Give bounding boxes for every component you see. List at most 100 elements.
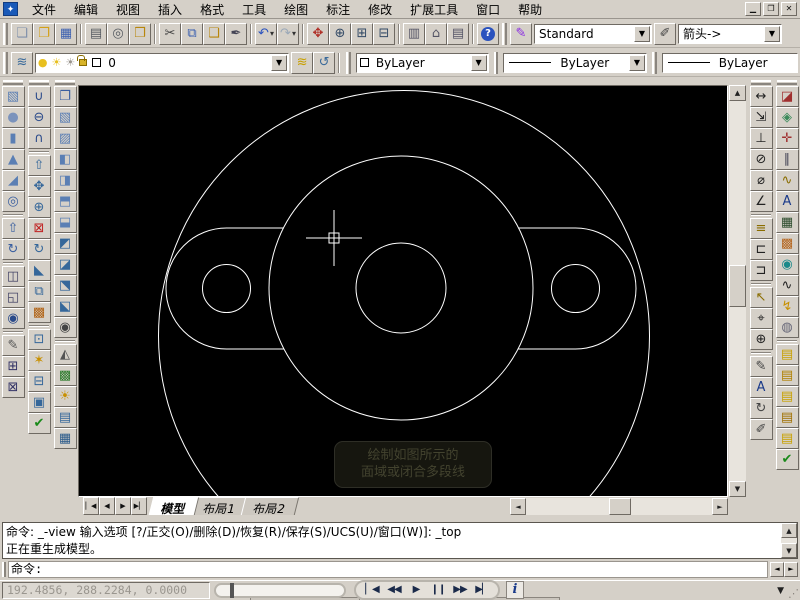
- quick-dimension-button[interactable]: ≡: [750, 218, 773, 239]
- tab-model[interactable]: 模型: [149, 497, 200, 515]
- menu-format[interactable]: 格式: [191, 0, 233, 20]
- scroll-down-button[interactable]: ▼: [729, 481, 746, 497]
- minimize-button[interactable]: ▁: [745, 2, 761, 16]
- text-style-dropdown-button[interactable]: ▼: [634, 26, 650, 42]
- toolbar-grip[interactable]: [652, 52, 657, 74]
- menu-tools[interactable]: 工具: [233, 0, 275, 20]
- left-lug-hole-circle[interactable]: [203, 265, 251, 313]
- dimension-text-edit-button[interactable]: A: [750, 377, 773, 398]
- cylinder-button[interactable]: ▮: [2, 128, 25, 149]
- tab-last-button[interactable]: ▶▏: [131, 497, 147, 515]
- properties-button[interactable]: ▥: [403, 23, 425, 45]
- intersect-button[interactable]: ∩: [28, 128, 51, 149]
- bottom-view-button[interactable]: ▨: [54, 128, 77, 149]
- left-view-button[interactable]: ◧: [54, 149, 77, 170]
- menu-draw[interactable]: 绘图: [275, 0, 317, 20]
- horizontal-scroll-thumb[interactable]: [609, 498, 631, 515]
- setup-drawing-button[interactable]: ✎: [2, 335, 25, 356]
- playback-last-button[interactable]: ▶▏: [472, 582, 492, 598]
- match-properties-button[interactable]: ✒: [225, 23, 247, 45]
- playback-slider[interactable]: [214, 583, 346, 598]
- zoom-realtime-button[interactable]: ⊕: [329, 23, 351, 45]
- wedge-button[interactable]: ◢: [2, 170, 25, 191]
- coordinates-display[interactable]: 192.4856, 288.2284, 0.0000: [2, 582, 210, 599]
- nw-isometric-button[interactable]: ⬕: [54, 296, 77, 317]
- menu-view[interactable]: 视图: [107, 0, 149, 20]
- playback-info-button[interactable]: i: [506, 581, 524, 599]
- dimension-style-button[interactable]: ✐: [750, 419, 773, 440]
- multiline-button[interactable]: ∥: [776, 149, 799, 170]
- toolbar-grip[interactable]: [3, 80, 23, 85]
- command-scroll-down-button[interactable]: ▼: [781, 543, 797, 558]
- color-combo[interactable]: ByLayer ▼: [356, 53, 489, 73]
- center-mark-button[interactable]: ⊕: [750, 329, 773, 350]
- continue-dimension-button[interactable]: ⊐: [750, 260, 773, 281]
- sketch-button[interactable]: ∿: [776, 275, 799, 296]
- layer-combo[interactable]: ● ☀ ☀ 0 ▼: [35, 53, 289, 73]
- tab-next-button[interactable]: ▶: [115, 497, 131, 515]
- diameter-dimension-button[interactable]: ⌀: [750, 170, 773, 191]
- move-faces-button[interactable]: ✥: [28, 176, 51, 197]
- lineweight-combo[interactable]: ByLayer: [662, 53, 798, 73]
- paste-button[interactable]: ❑: [203, 23, 225, 45]
- toolbar-grip[interactable]: [3, 23, 8, 45]
- right-lug-hole-circle[interactable]: [552, 265, 600, 313]
- radius-dimension-button[interactable]: ⊘: [750, 149, 773, 170]
- extrude-button[interactable]: ⇧: [2, 218, 25, 239]
- redo-button-dropdown[interactable]: ▾: [292, 29, 296, 38]
- extrude-faces-button[interactable]: ⇧: [28, 155, 51, 176]
- text-style-combo[interactable]: Standard ▼: [534, 24, 652, 44]
- pan-realtime-button[interactable]: ✥: [307, 23, 329, 45]
- linetype-combo[interactable]: ByLayer ▼: [503, 53, 646, 73]
- edit-text-button[interactable]: A: [776, 191, 799, 212]
- layer-dropdown-button[interactable]: ▼: [271, 55, 287, 71]
- linear-dimension-button[interactable]: ↔: [750, 86, 773, 107]
- right-view-button[interactable]: ◨: [54, 170, 77, 191]
- menu-window[interactable]: 窗口: [467, 0, 509, 20]
- toolbar-grip[interactable]: [3, 52, 8, 74]
- toolbar-grip[interactable]: [502, 23, 507, 45]
- taper-faces-button[interactable]: ◣: [28, 260, 51, 281]
- menu-express[interactable]: 扩展工具: [401, 0, 467, 20]
- scroll-right-button[interactable]: ►: [712, 498, 728, 515]
- layer-match-button[interactable]: ▤: [776, 344, 799, 365]
- tolerance-button[interactable]: ⌖: [750, 308, 773, 329]
- background-button[interactable]: ▦: [54, 428, 77, 449]
- tab-previous-button[interactable]: ◀: [99, 497, 115, 515]
- menu-insert[interactable]: 插入: [149, 0, 191, 20]
- layer-off-button[interactable]: ▤: [776, 407, 799, 428]
- menu-edit[interactable]: 编辑: [65, 0, 107, 20]
- render-button[interactable]: ▩: [54, 365, 77, 386]
- playback-pause-button[interactable]: ❙❙: [428, 582, 448, 598]
- dimension-edit-button[interactable]: ✎: [750, 356, 773, 377]
- hide-button[interactable]: ◭: [54, 344, 77, 365]
- imprint-button[interactable]: ⊡: [28, 329, 51, 350]
- slice-button[interactable]: ◫: [2, 266, 25, 287]
- named-ucs-button[interactable]: ◍: [776, 317, 799, 338]
- new-button[interactable]: ❏: [11, 23, 33, 45]
- scroll-up-button[interactable]: ▲: [729, 85, 746, 101]
- dim-style-button[interactable]: ✐: [654, 23, 676, 45]
- offset-faces-button[interactable]: ⊕: [28, 197, 51, 218]
- quick-select-button[interactable]: ↯: [776, 296, 799, 317]
- toolbar-grip[interactable]: [751, 80, 771, 85]
- copy-faces-button[interactable]: ⧉: [28, 281, 51, 302]
- redo-button[interactable]: ↷▾: [277, 23, 299, 45]
- command-history-window[interactable]: 命令: _-view 输入选项 [?/正交(O)/删除(D)/恢复(R)/保存(…: [2, 522, 798, 559]
- copy-button[interactable]: ⧉: [181, 23, 203, 45]
- linetype-dropdown-button[interactable]: ▼: [629, 55, 645, 71]
- section-button[interactable]: ◱: [2, 287, 25, 308]
- cut-button[interactable]: ✂: [159, 23, 181, 45]
- undo-button-dropdown[interactable]: ▾: [270, 29, 274, 38]
- print-button[interactable]: ▤: [85, 23, 107, 45]
- vertical-scrollbar[interactable]: ▲ ▼: [729, 85, 746, 497]
- rotate-faces-button[interactable]: ↻: [28, 239, 51, 260]
- print-preview-button[interactable]: ◎: [107, 23, 129, 45]
- app-icon[interactable]: ✦: [3, 2, 18, 16]
- render-preferences-button[interactable]: ▩: [776, 233, 799, 254]
- clean-button[interactable]: ✶: [28, 350, 51, 371]
- interfere-button[interactable]: ◉: [2, 308, 25, 329]
- playback-first-button[interactable]: ▏◀: [362, 582, 382, 598]
- separate-button[interactable]: ⊟: [28, 371, 51, 392]
- dimension-update-button[interactable]: ↻: [750, 398, 773, 419]
